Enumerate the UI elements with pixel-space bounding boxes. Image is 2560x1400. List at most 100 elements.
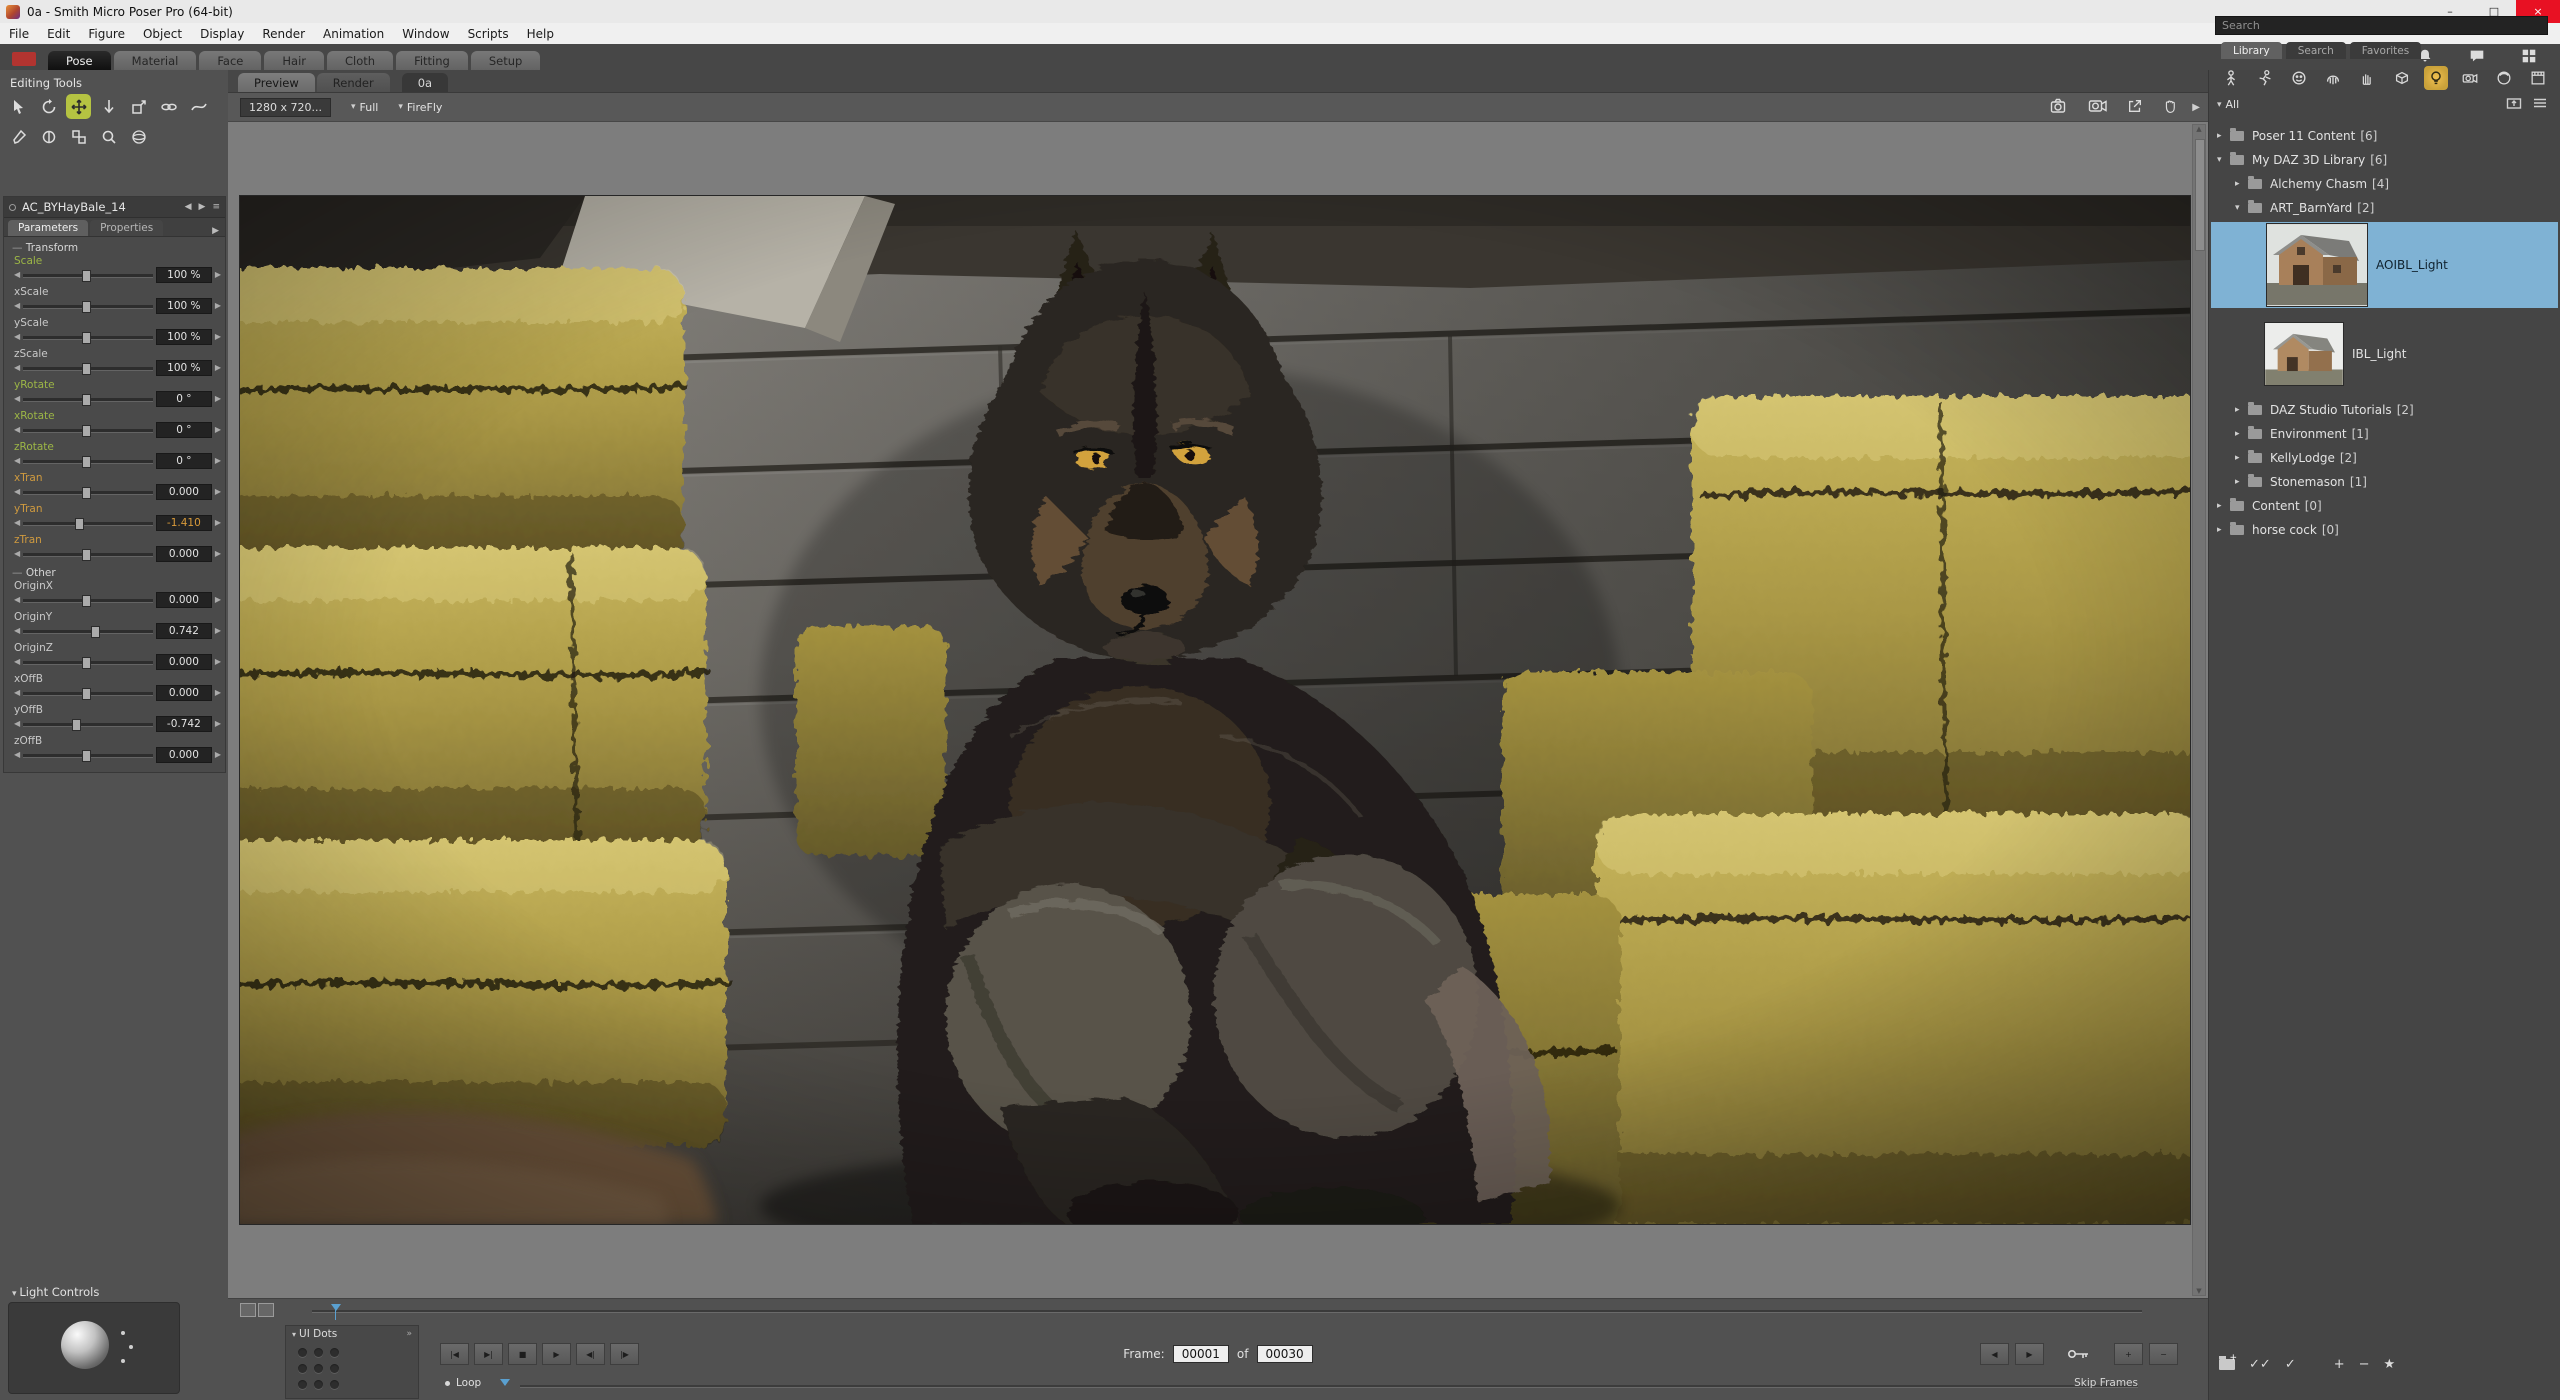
scene-tab[interactable]: 0a [402, 73, 448, 92]
param-value[interactable]: 0.000 [156, 654, 212, 670]
tree-item-daz-tutorials[interactable]: DAZ Studio Tutorials[2] [2209, 398, 2560, 422]
dial-left-icon[interactable]: ◀ [14, 300, 20, 312]
tab-parameters[interactable]: Parameters [8, 220, 88, 236]
tree-item-barnyard[interactable]: ART_BarnYard[2] [2209, 196, 2560, 220]
first-frame-button[interactable]: |◀ [440, 1343, 469, 1365]
dial-left-icon[interactable]: ◀ [14, 749, 20, 761]
tree-item-mydaz[interactable]: My DAZ 3D Library[6] [2209, 148, 2560, 172]
orbit-view-tool-icon[interactable] [126, 124, 151, 149]
loop-range-track[interactable] [520, 1385, 2138, 1387]
dial-left-icon[interactable]: ◀ [14, 718, 20, 730]
compare-camera-icon[interactable] [2088, 98, 2108, 117]
timeline-layer2-icon[interactable] [258, 1303, 274, 1317]
param-slider[interactable] [23, 269, 153, 281]
actor-next-icon[interactable]: ▶ [199, 202, 206, 212]
scroll-down-icon[interactable]: ▼ [2196, 1287, 2201, 1295]
library-search-input[interactable] [2215, 16, 2548, 35]
prev-key-button[interactable]: ◀ [1980, 1343, 2009, 1365]
figures-category-icon[interactable] [2219, 66, 2243, 90]
last-frame-button[interactable]: ▶| [474, 1343, 503, 1365]
menu-edit[interactable]: Edit [38, 23, 79, 44]
hands-category-icon[interactable] [2355, 66, 2379, 90]
step-forward-button[interactable]: |▶ [610, 1343, 639, 1365]
renderer-dropdown[interactable]: FireFly [398, 101, 442, 114]
library-filter-all[interactable]: All [2217, 98, 2239, 111]
zoom-tool-icon[interactable] [96, 124, 121, 149]
dial-left-icon[interactable]: ◀ [14, 517, 20, 529]
param-value[interactable]: -0.742 [156, 716, 212, 732]
param-value[interactable]: -1.410 [156, 515, 212, 531]
dial-left-icon[interactable]: ◀ [14, 331, 20, 343]
param-value[interactable]: 100 % [156, 267, 212, 283]
actor-selector[interactable]: AC_BYHayBale_14 ◀▶≡ [4, 197, 225, 218]
param-value[interactable]: 0.000 [156, 592, 212, 608]
export-icon[interactable] [2126, 98, 2144, 117]
param-slider[interactable] [23, 749, 153, 761]
param-slider[interactable] [23, 424, 153, 436]
dial-right-icon[interactable]: ▶ [215, 486, 221, 498]
translate-tool-icon[interactable] [66, 94, 91, 119]
dial-right-icon[interactable]: ▶ [215, 625, 221, 637]
dial-left-icon[interactable]: ◀ [14, 455, 20, 467]
dial-right-icon[interactable]: ▶ [215, 718, 221, 730]
messages-chat-icon[interactable] [2468, 47, 2486, 65]
tree-item-alchemy[interactable]: Alchemy Chasm[4] [2209, 172, 2560, 196]
total-frames-field[interactable]: 00030 [1257, 1345, 1313, 1363]
dial-right-icon[interactable]: ▶ [215, 455, 221, 467]
menu-object[interactable]: Object [134, 23, 191, 44]
library-favorites-tab[interactable]: Favorites [2350, 42, 2421, 59]
param-slider[interactable] [23, 331, 153, 343]
tree-item-aoibl-light[interactable]: AOIBL_Light [2211, 222, 2558, 308]
param-value[interactable]: 0.000 [156, 685, 212, 701]
cameras-category-icon[interactable] [2458, 66, 2482, 90]
loop-toggle[interactable]: Loop [445, 1377, 481, 1389]
ui-dot[interactable] [314, 1364, 323, 1373]
add-item-icon[interactable]: + [2334, 1357, 2345, 1372]
ui-dot[interactable] [298, 1380, 307, 1389]
light-handle-dot[interactable] [129, 1345, 133, 1349]
ui-dot[interactable] [298, 1364, 307, 1373]
light-handle-dot[interactable] [121, 1331, 125, 1335]
current-frame-field[interactable]: 00001 [1173, 1345, 1229, 1363]
viewport-scrollbar[interactable]: ▲ ▼ [2192, 124, 2206, 1296]
dial-right-icon[interactable]: ▶ [215, 594, 221, 606]
dial-left-icon[interactable]: ◀ [14, 548, 20, 560]
param-value[interactable]: 0.000 [156, 546, 212, 562]
keyframe-key-icon[interactable] [2064, 1344, 2094, 1364]
timeline-playhead[interactable] [331, 1304, 341, 1311]
tree-item-environment[interactable]: Environment[1] [2209, 422, 2560, 446]
viewport[interactable]: ▲ ▼ [228, 122, 2208, 1298]
param-value[interactable]: 0 ° [156, 453, 212, 469]
ui-dot[interactable] [330, 1364, 339, 1373]
tree-item-kellylodge[interactable]: KellyLodge[2] [2209, 446, 2560, 470]
param-value[interactable]: 0.742 [156, 623, 212, 639]
ui-dot[interactable] [330, 1380, 339, 1389]
palette-tabs-more-icon[interactable]: ▶ [212, 226, 219, 236]
scenes-category-icon[interactable] [2526, 66, 2550, 90]
chain-tool-icon[interactable] [156, 94, 181, 119]
param-slider[interactable] [23, 455, 153, 467]
section-transform[interactable]: Transform [4, 240, 225, 255]
palette-menu-icon[interactable]: ≡ [212, 202, 220, 212]
play-button[interactable]: ▶ [542, 1343, 571, 1365]
menu-figure[interactable]: Figure [79, 23, 134, 44]
tab-preview[interactable]: Preview [238, 73, 315, 92]
size-dropdown[interactable]: Full [351, 101, 378, 114]
room-tab-material[interactable]: Material [114, 51, 197, 70]
menu-help[interactable]: Help [518, 23, 563, 44]
dial-left-icon[interactable]: ◀ [14, 625, 20, 637]
dial-left-icon[interactable]: ◀ [14, 269, 20, 281]
dial-right-icon[interactable]: ▶ [215, 656, 221, 668]
remove-item-icon[interactable]: − [2359, 1357, 2370, 1372]
paint-tool-icon[interactable] [36, 124, 61, 149]
toolbar-expand-icon[interactable]: ▶ [2192, 102, 2200, 113]
param-slider[interactable] [23, 687, 153, 699]
resolution-box[interactable]: 1280 x 720... [240, 98, 331, 117]
param-value[interactable]: 0 ° [156, 422, 212, 438]
actor-prev-icon[interactable]: ◀ [185, 202, 192, 212]
expressions-category-icon[interactable] [2287, 66, 2311, 90]
param-slider[interactable] [23, 362, 153, 374]
snapshot-camera-icon[interactable] [2050, 98, 2070, 117]
pan-hand-icon[interactable] [2162, 98, 2178, 117]
room-tab-cloth[interactable]: Cloth [327, 51, 393, 70]
